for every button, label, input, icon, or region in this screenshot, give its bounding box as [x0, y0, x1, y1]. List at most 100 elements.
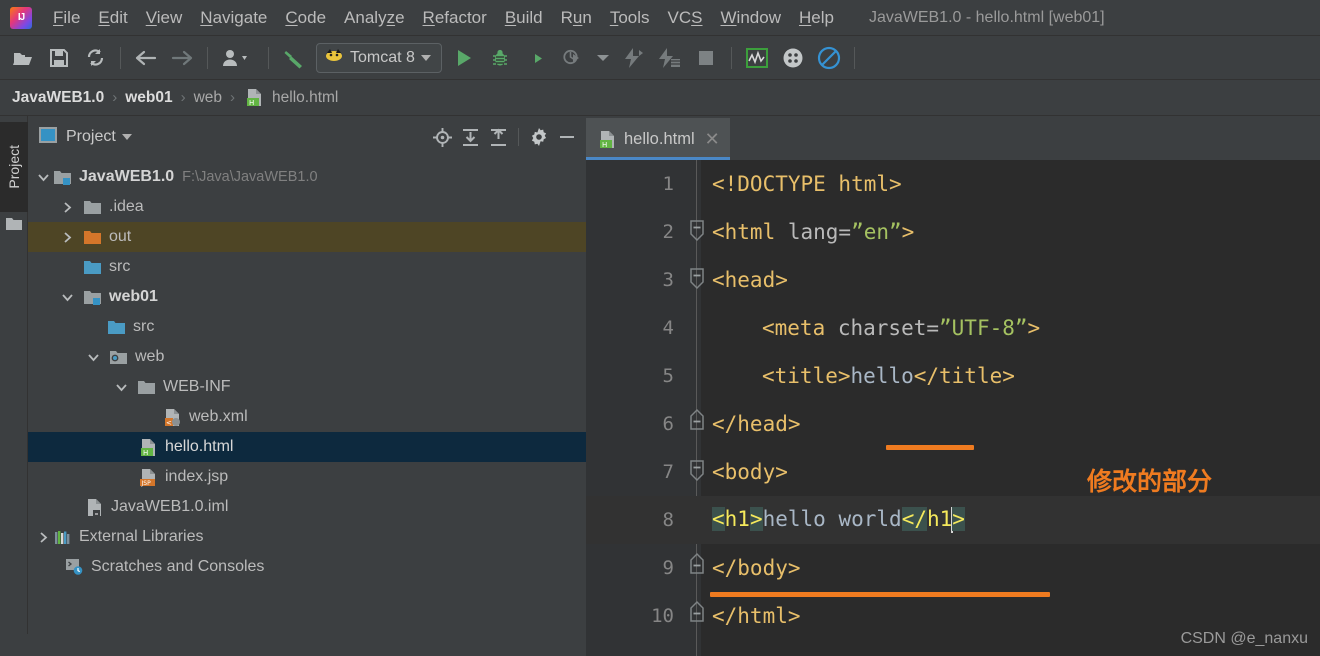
menu-item-refactor[interactable]: Refactor: [414, 6, 496, 30]
fold-marker-open[interactable]: [689, 268, 705, 290]
breadcrumb-item-web[interactable]: web: [194, 89, 222, 107]
menu-item-window[interactable]: Window: [712, 6, 790, 30]
tree-row-src-module[interactable]: src: [28, 312, 586, 342]
tree-row-web01[interactable]: web01: [28, 282, 586, 312]
fold-marker-close[interactable]: [689, 408, 705, 430]
save-icon[interactable]: [44, 43, 74, 73]
tree-row-external-libraries[interactable]: External Libraries: [28, 522, 586, 552]
stop-icon[interactable]: [691, 43, 721, 73]
fold-marker-open[interactable]: [689, 460, 705, 482]
code-token-tag-name: h1: [724, 507, 750, 531]
breadcrumb-item-project[interactable]: JavaWEB1.0: [12, 89, 104, 107]
menu-item-help[interactable]: Help: [790, 6, 843, 30]
folder-gray-icon: [136, 377, 156, 397]
chevron-down-icon[interactable]: [34, 168, 52, 186]
sync-icon[interactable]: [80, 43, 110, 73]
tree-row-web-xml[interactable]: < web.xml: [28, 402, 586, 432]
svg-text:<: <: [166, 419, 172, 427]
chevron-down-icon[interactable]: [420, 54, 431, 61]
chevron-down-icon[interactable]: [84, 348, 102, 366]
menu-item-analyze[interactable]: Analyze: [335, 6, 414, 30]
no-entry-icon[interactable]: [814, 43, 844, 73]
toolbar-separator: [207, 46, 208, 69]
gear-icon[interactable]: [526, 124, 552, 150]
xml-file-icon: <: [162, 407, 182, 427]
play-icon[interactable]: [449, 43, 479, 73]
project-tree: JavaWEB1.0 F:\Java\JavaWEB1.0 .idea out …: [28, 158, 586, 656]
fold-marker-open[interactable]: [689, 220, 705, 242]
fold-marker-close[interactable]: [689, 552, 705, 574]
menu-bar: IJ File Edit View Navigate Code Analyze …: [0, 0, 1320, 36]
arrow-left-icon[interactable]: [131, 43, 161, 73]
tree-row-index-jsp[interactable]: JSP index.jsp: [28, 462, 586, 492]
arrow-right-icon[interactable]: [167, 43, 197, 73]
menu-item-code[interactable]: Code: [276, 6, 335, 30]
menu-item-view[interactable]: View: [137, 6, 192, 30]
main-toolbar: Tomcat 8: [0, 36, 1320, 80]
module-folder-icon: [82, 287, 102, 307]
code-token: </head>: [712, 412, 801, 436]
open-folder-icon[interactable]: [8, 43, 38, 73]
fold-marker-close[interactable]: [689, 600, 705, 622]
tree-row-src-root[interactable]: src: [28, 252, 586, 282]
collapse-all-icon[interactable]: [485, 124, 511, 150]
html-file-icon: H: [598, 130, 617, 149]
chevron-right-icon[interactable]: [34, 528, 52, 546]
toolwindow-tab-project[interactable]: Project: [0, 122, 28, 212]
person-dropdown-icon[interactable]: [218, 43, 258, 73]
toolbar-separator: [730, 46, 732, 69]
menu-item-file[interactable]: File: [44, 6, 89, 30]
tree-row-web[interactable]: web: [28, 342, 586, 372]
tree-row-out[interactable]: out: [28, 222, 586, 252]
tree-row-web-inf[interactable]: WEB-INF: [28, 372, 586, 402]
tree-row-hello-html[interactable]: H hello.html: [28, 432, 586, 462]
chevron-down-icon[interactable]: [112, 378, 130, 396]
code-token: </body>: [712, 556, 801, 580]
minimize-icon[interactable]: [554, 124, 580, 150]
coverage-icon[interactable]: [521, 43, 551, 73]
hammer-icon[interactable]: [279, 43, 309, 73]
chevron-down-icon[interactable]: [58, 288, 76, 306]
breadcrumb-item-module[interactable]: web01: [125, 89, 172, 107]
redeploy-icon[interactable]: [655, 43, 685, 73]
line-number: 10: [651, 605, 674, 627]
tree-row-iml[interactable]: JavaWEB1.0.iml: [28, 492, 586, 522]
menu-item-navigate[interactable]: Navigate: [191, 6, 276, 30]
menu-item-tools[interactable]: Tools: [601, 6, 659, 30]
line-number: 3: [662, 269, 674, 291]
bug-icon[interactable]: [485, 43, 515, 73]
folder-icon[interactable]: [5, 216, 23, 237]
editor-area: H hello.html ✕ 1 <!DOCTYPE html> 2 <html…: [586, 116, 1320, 656]
profiler-icon[interactable]: [557, 43, 587, 73]
code-token: lang=: [775, 220, 852, 244]
chevron-right-icon[interactable]: [58, 198, 76, 216]
html-file-icon: H: [138, 437, 158, 457]
code-editor[interactable]: 1 <!DOCTYPE html> 2 <html lang=”en”> 3 <…: [586, 160, 1320, 656]
chevron-right-icon[interactable]: [58, 228, 76, 246]
monitor-chart-icon[interactable]: [742, 43, 772, 73]
update-app-icon[interactable]: [619, 43, 649, 73]
chevron-down-icon[interactable]: [593, 43, 613, 73]
chevron-down-icon[interactable]: [121, 134, 132, 140]
line-number: 9: [662, 557, 674, 579]
code-token: <html: [712, 220, 776, 244]
breadcrumb-item-file[interactable]: hello.html: [272, 89, 338, 107]
menu-item-run[interactable]: Run: [552, 6, 601, 30]
menu-item-build[interactable]: Build: [496, 6, 552, 30]
editor-tab-hello-html[interactable]: H hello.html ✕: [586, 118, 730, 160]
iml-file-icon: [84, 497, 104, 517]
dots-grid-icon[interactable]: [778, 43, 808, 73]
tree-row-idea[interactable]: .idea: [28, 192, 586, 222]
line-number: 6: [662, 413, 674, 435]
close-icon[interactable]: ✕: [705, 130, 720, 148]
menu-item-edit[interactable]: Edit: [89, 6, 136, 30]
run-configuration-selector[interactable]: Tomcat 8: [316, 42, 442, 73]
line-number: 8: [662, 509, 674, 531]
code-token: <title>: [762, 364, 851, 388]
expand-all-icon[interactable]: [457, 124, 483, 150]
menu-item-vcs[interactable]: VCS: [659, 6, 712, 30]
tree-row-scratches[interactable]: Scratches and Consoles: [28, 552, 586, 582]
tree-row-javaweb10[interactable]: JavaWEB1.0 F:\Java\JavaWEB1.0: [28, 162, 586, 192]
locate-target-icon[interactable]: [429, 124, 455, 150]
tree-label: src: [109, 258, 131, 275]
